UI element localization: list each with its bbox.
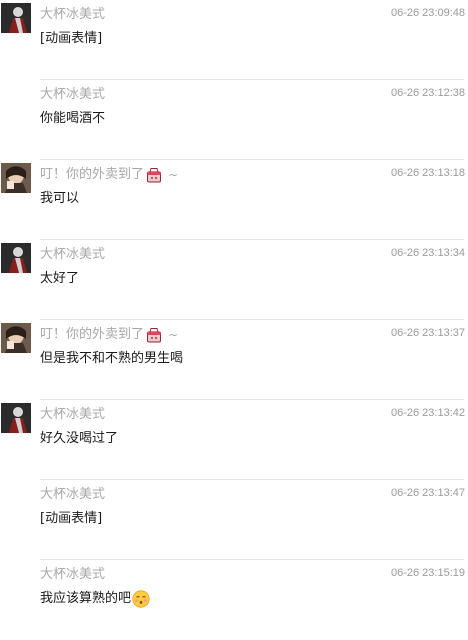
sender-name: 叮！你的外卖到了 ~ [40, 166, 178, 184]
message-content: 太好了 [40, 269, 79, 289]
message-text: 我应该算熟的吧 [40, 591, 132, 606]
message-item[interactable]: 大杯冰美式 06-26 23:13:42 好久没喝过了 [0, 399, 468, 480]
message-time: 06-26 23:13:37 [390, 327, 465, 339]
sender-name: 大杯冰美式 [40, 246, 105, 264]
message-item[interactable]: 大杯冰美式 06-26 23:09:48 [动画表情] [0, 0, 468, 80]
message-content: 但是我不和不熟的男生喝 [40, 349, 183, 369]
message-text: 我可以 [40, 191, 80, 206]
message-text: 太好了 [40, 271, 80, 286]
message-time: 06-26 23:15:19 [390, 567, 465, 579]
message-divider [40, 239, 464, 240]
message-content: 好久没喝过了 [40, 429, 118, 449]
message-text: [动画表情] [40, 511, 103, 526]
message-divider [40, 399, 464, 400]
avatar-cold-brew[interactable] [1, 243, 31, 273]
message-item[interactable]: 大杯冰美式 06-26 23:15:19 我应该算熟的吧 [0, 559, 468, 640]
message-item[interactable]: 叮！你的外卖到了 ~ 06-26 23:13:18 我可以 [0, 159, 468, 240]
sender-name: 大杯冰美式 [40, 486, 105, 504]
sender-label: 大杯冰美式 [40, 407, 106, 422]
message-item[interactable]: 大杯冰美式 06-26 23:13:47 [动画表情] [0, 479, 468, 560]
message-divider [40, 159, 464, 160]
message-content: [动画表情] [40, 29, 102, 49]
message-divider [40, 319, 464, 320]
message-text: [动画表情] [40, 31, 103, 46]
message-item[interactable]: 叮！你的外卖到了 ~ 06-26 23:13:37 但是我不和不熟的男生喝 [0, 319, 468, 400]
message-content: 你能喝酒不 [40, 109, 105, 129]
message-time: 06-26 23:13:42 [390, 407, 465, 419]
message-item[interactable]: 大杯冰美式 06-26 23:12:38 你能喝酒不 [0, 79, 468, 160]
avatar-cold-brew[interactable] [1, 3, 31, 33]
message-content: 我应该算熟的吧 [40, 589, 150, 609]
message-time: 06-26 23:13:34 [390, 247, 465, 259]
sender-name: 叮！你的外卖到了 ~ [40, 326, 178, 344]
sender-label: 叮！你的外卖到了 [40, 167, 145, 182]
takeout-box-icon [146, 327, 162, 343]
avatar-takeout[interactable] [1, 323, 31, 353]
sender-label: 大杯冰美式 [40, 7, 106, 22]
blushing-face-icon [132, 590, 150, 608]
sender-label: 大杯冰美式 [40, 247, 106, 262]
message-content: [动画表情] [40, 509, 102, 529]
sender-label: 大杯冰美式 [40, 567, 106, 582]
sender-suffix: ~ [168, 328, 179, 342]
message-divider [40, 479, 464, 480]
message-divider [40, 79, 464, 80]
message-text: 你能喝酒不 [40, 111, 106, 126]
sender-name: 大杯冰美式 [40, 6, 105, 24]
message-time: 06-26 23:09:48 [390, 7, 465, 19]
avatar-cold-brew[interactable] [1, 403, 31, 433]
sender-suffix: ~ [168, 168, 179, 182]
chat-message-list: 大杯冰美式 06-26 23:09:48 [动画表情] 大杯冰美式 06-26 … [0, 0, 468, 614]
message-text: 好久没喝过了 [40, 431, 119, 446]
sender-label: 叮！你的外卖到了 [40, 327, 145, 342]
sender-name: 大杯冰美式 [40, 566, 105, 584]
message-time: 06-26 23:13:18 [390, 167, 465, 179]
sender-label: 大杯冰美式 [40, 87, 106, 102]
message-text: 但是我不和不熟的男生喝 [40, 351, 184, 366]
avatar-takeout[interactable] [1, 163, 31, 193]
message-time: 06-26 23:12:38 [390, 87, 465, 99]
message-item[interactable]: 大杯冰美式 06-26 23:13:34 太好了 [0, 239, 468, 320]
sender-name: 大杯冰美式 [40, 86, 105, 104]
sender-label: 大杯冰美式 [40, 487, 106, 502]
sender-name: 大杯冰美式 [40, 406, 105, 424]
message-content: 我可以 [40, 189, 79, 209]
message-divider [40, 559, 464, 560]
takeout-box-icon [146, 167, 162, 183]
message-time: 06-26 23:13:47 [390, 487, 465, 499]
